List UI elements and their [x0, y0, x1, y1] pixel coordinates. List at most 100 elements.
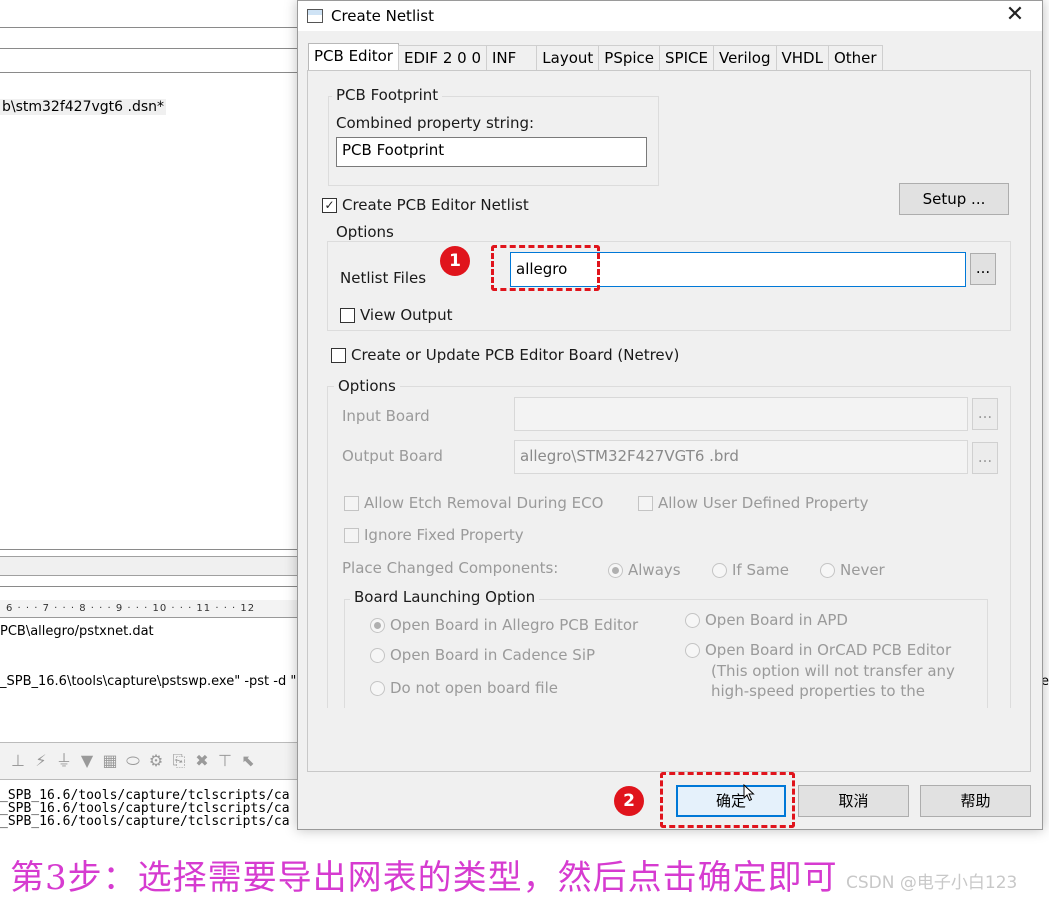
combined-property-label: Combined property string: [336, 114, 535, 132]
toolbar-tool-icon[interactable]: ▦ [100, 751, 120, 771]
radio-dot [685, 612, 700, 628]
tab-layout[interactable]: Layout [536, 45, 600, 70]
allow-etch-removal-checkbox[interactable]: Allow Etch Removal During ECO [344, 494, 603, 512]
checkbox-box [638, 495, 653, 511]
orcad-note-line1: (This option will not transfer any [711, 662, 955, 680]
radio-dot [608, 562, 623, 578]
netlist-files-label: Netlist Files [340, 269, 427, 287]
place-changed-label: Place Changed Components: [342, 559, 559, 577]
place-always-radio[interactable]: Always [608, 561, 681, 579]
cancel-button[interactable]: 取消 [798, 785, 909, 817]
bg-divider [0, 72, 300, 73]
output-board-browse-button[interactable]: ... [972, 442, 998, 474]
tab-pcb-editor[interactable]: PCB Editor [308, 43, 399, 70]
highlight-ok-button [660, 772, 795, 828]
open-cadence-sip-radio[interactable]: Open Board in Cadence SiP [370, 646, 595, 664]
checkbox-box [340, 307, 355, 323]
radio-dot [370, 617, 385, 633]
bg-divider [0, 27, 300, 28]
allow-user-property-label: Allow User Defined Property [658, 494, 869, 512]
bg-divider [0, 48, 300, 49]
view-output-label: View Output [360, 306, 453, 324]
watermark: CSDN @电子小白123 [846, 873, 1018, 893]
toolbar-tool-icon[interactable]: ⎘ [169, 751, 189, 771]
input-board-label: Input Board [342, 407, 430, 425]
toolbar-tool-icon[interactable]: ⊥ [8, 751, 28, 771]
toolbar-tool-icon[interactable]: ⊤ [215, 751, 235, 771]
dialog-title: Create Netlist [331, 7, 434, 25]
bg-panel-bar [0, 556, 300, 576]
checkmark-icon: ✓ [322, 197, 337, 213]
tab-other[interactable]: Other [827, 45, 883, 70]
toolbar-tool-icon[interactable]: ▼ [77, 751, 97, 771]
toolbar-tool-icon[interactable]: ⚙ [146, 751, 166, 771]
open-cadence-sip-label: Open Board in Cadence SiP [390, 646, 596, 664]
input-board-browse-button[interactable]: ... [972, 398, 998, 430]
toolbar-tool-icon[interactable]: ✖ [192, 751, 212, 771]
create-netlist-dialog: Create Netlist ✕ PCB Editor EDIF 2 0 0 I… [297, 0, 1043, 830]
step-marker-1: 1 [440, 246, 470, 276]
radio-dot [370, 680, 385, 696]
ignore-fixed-property-label: Ignore Fixed Property [364, 526, 524, 544]
create-pcb-editor-netlist-label: Create PCB Editor Netlist [342, 196, 529, 214]
open-allegro-radio[interactable]: Open Board in Allegro PCB Editor [370, 616, 638, 634]
tab-vhdl[interactable]: VHDL [775, 45, 829, 70]
radio-dot [685, 642, 700, 658]
create-pcb-editor-netlist-checkbox[interactable]: ✓ Create PCB Editor Netlist [322, 196, 529, 214]
allow-etch-removal-label: Allow Etch Removal During ECO [364, 494, 604, 512]
combined-property-input[interactable]: PCB Footprint [336, 137, 647, 167]
tab-inf[interactable]: INF [486, 45, 538, 70]
pcb-footprint-group-title: PCB Footprint [332, 86, 443, 104]
bg-ruler: 6 · · · 7 · · · 8 · · · 9 · · · 10 · · ·… [0, 600, 300, 618]
create-update-board-checkbox[interactable]: Create or Update PCB Editor Board (Netre… [331, 346, 679, 364]
allow-user-property-checkbox[interactable]: Allow User Defined Property [638, 494, 869, 512]
panel-bottom-fill [308, 708, 1030, 771]
bg-divider [0, 549, 300, 550]
netlist-files-browse-button[interactable]: ... [970, 253, 996, 285]
help-button[interactable]: 帮助 [920, 785, 1031, 817]
input-board-input[interactable] [514, 397, 968, 431]
open-allegro-label: Open Board in Allegro PCB Editor [390, 616, 639, 634]
toolbar-tool-icon[interactable]: ⬉ [238, 751, 258, 771]
radio-dot [370, 647, 385, 663]
close-icon[interactable]: ✕ [1002, 3, 1028, 29]
checkbox-box [331, 347, 346, 363]
place-never-radio[interactable]: Never [820, 561, 885, 579]
tab-edif[interactable]: EDIF 2 0 0 [397, 45, 487, 70]
toolbar-tool-icon[interactable]: ⬭ [123, 751, 143, 771]
highlight-netlist-files [491, 245, 600, 291]
tab-verilog[interactable]: Verilog [712, 45, 777, 70]
step-marker-2: 2 [614, 786, 644, 816]
tab-strip: PCB Editor EDIF 2 0 0 INF Layout PSpice … [308, 43, 883, 71]
place-if-same-radio[interactable]: If Same [712, 561, 789, 579]
create-update-board-label: Create or Update PCB Editor Board (Netre… [351, 346, 680, 364]
place-always-label: Always [628, 561, 681, 579]
bg-log-line: _SPB_16.6/tools/capture/tclscripts/ca [0, 814, 290, 829]
tab-pspice[interactable]: PSpice [598, 45, 661, 70]
place-never-label: Never [840, 561, 885, 579]
options-group-2-title: Options [334, 377, 400, 395]
open-orcad-label: Open Board in OrCAD PCB Editor [705, 641, 952, 659]
bg-divider [0, 586, 300, 587]
bg-dsn-path[interactable]: b\stm32f427vgt6 .dsn* [0, 99, 167, 115]
dialog-titlebar[interactable]: Create Netlist ✕ [298, 1, 1042, 31]
toolbar-tool-icon[interactable]: ⏚ [54, 751, 74, 771]
output-board-input[interactable]: allegro\STM32F427VGT6 .brd [514, 440, 968, 474]
tab-spice[interactable]: SPICE [659, 45, 714, 70]
board-launching-group-title: Board Launching Option [350, 588, 540, 606]
do-not-open-label: Do not open board file [390, 679, 558, 697]
radio-dot [820, 562, 835, 578]
setup-button[interactable]: Setup ... [899, 183, 1009, 215]
view-output-checkbox[interactable]: View Output [340, 306, 452, 324]
ignore-fixed-property-checkbox[interactable]: Ignore Fixed Property [344, 526, 524, 544]
open-apd-radio[interactable]: Open Board in APD [685, 611, 848, 629]
do-not-open-radio[interactable]: Do not open board file [370, 679, 558, 697]
place-if-same-label: If Same [732, 561, 790, 579]
open-orcad-radio[interactable]: Open Board in OrCAD PCB Editor [685, 641, 951, 659]
mouse-cursor-icon [743, 784, 755, 802]
checkbox-box [344, 527, 359, 543]
options-group-1-title: Options [332, 223, 398, 241]
toolbar-tool-icon[interactable]: ⚡ [31, 751, 51, 771]
bg-output-line: PCB\allegro/pstxnet.dat [0, 624, 154, 639]
bg-toolbar: ⊥ ⚡ ⏚ ▼ ▦ ⬭ ⚙ ⎘ ✖ ⊤ ⬉ [0, 742, 300, 780]
